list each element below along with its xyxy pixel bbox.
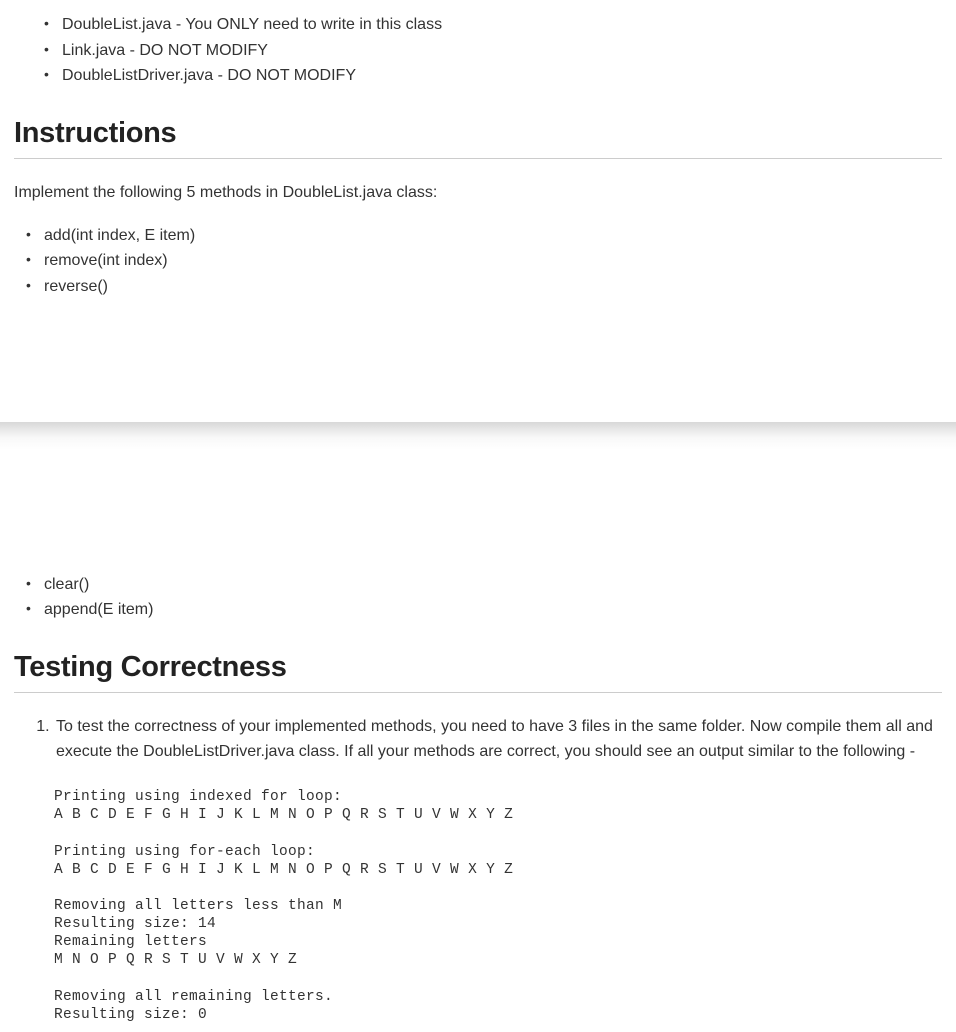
list-item: add(int index, E item) xyxy=(20,223,942,249)
instructions-intro: Implement the following 5 methods in Dou… xyxy=(14,181,942,205)
list-item: append(E item) xyxy=(20,597,942,623)
method-list-b: clear() append(E item) xyxy=(14,572,942,623)
list-item: To test the correctness of your implemen… xyxy=(54,715,942,765)
expected-output-code: Printing using indexed for loop: A B C D… xyxy=(54,788,942,1024)
document-content-continued: clear() append(E item) Testing Correctne… xyxy=(0,560,956,1032)
document-content: DoubleList.java - You ONLY need to write… xyxy=(0,0,956,312)
file-list: DoubleList.java - You ONLY need to write… xyxy=(14,12,942,89)
list-item: DoubleListDriver.java - DO NOT MODIFY xyxy=(38,63,942,89)
list-item: DoubleList.java - You ONLY need to write… xyxy=(38,12,942,38)
testing-steps: To test the correctness of your implemen… xyxy=(14,715,942,765)
page-break-divider xyxy=(0,422,956,450)
list-item: clear() xyxy=(20,572,942,598)
list-item: Link.java - DO NOT MODIFY xyxy=(38,38,942,64)
instructions-heading: Instructions xyxy=(14,117,942,159)
testing-heading: Testing Correctness xyxy=(14,651,942,693)
list-item: remove(int index) xyxy=(20,248,942,274)
method-list-a: add(int index, E item) remove(int index)… xyxy=(14,223,942,300)
list-item: reverse() xyxy=(20,274,942,300)
